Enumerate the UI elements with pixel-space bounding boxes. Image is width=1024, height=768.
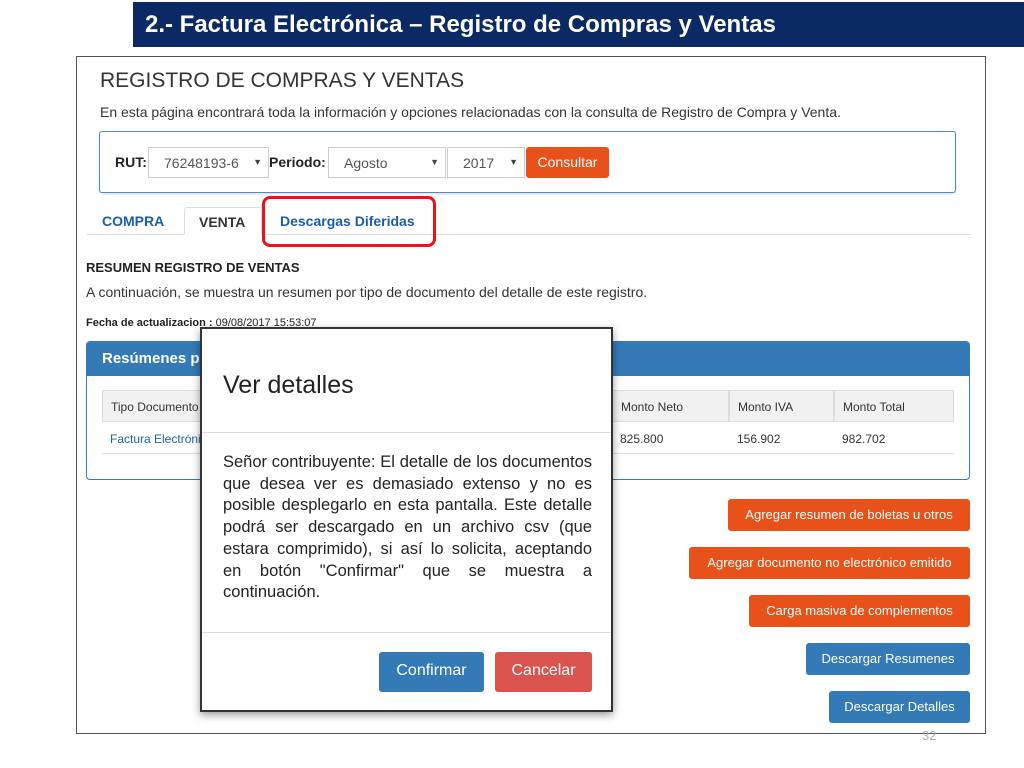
month-select[interactable]: Agosto ▼ bbox=[328, 147, 446, 178]
filter-panel: RUT: 76248193-6 ▼ Periodo: Agosto ▼ 2017… bbox=[99, 131, 956, 193]
modal-title: Ver detalles bbox=[223, 371, 354, 399]
year-value: 2017 bbox=[463, 155, 495, 171]
column-header: Monto IVA bbox=[729, 390, 834, 422]
chevron-down-icon: ▼ bbox=[253, 157, 262, 167]
confirmar-button[interactable]: Confirmar bbox=[379, 652, 484, 692]
descargar-detalles-button[interactable]: Descargar Detalles bbox=[829, 691, 970, 723]
slide-title: 2.- Factura Electrónica – Registro de Co… bbox=[133, 2, 1024, 47]
column-header: Monto Neto bbox=[612, 390, 729, 422]
chevron-down-icon: ▼ bbox=[430, 157, 439, 167]
rut-label: RUT: bbox=[115, 154, 147, 170]
column-header: Tipo Documento bbox=[102, 390, 202, 422]
cancelar-button[interactable]: Cancelar bbox=[495, 652, 592, 692]
page-intro: En esta página encontrará toda la inform… bbox=[100, 104, 841, 120]
table-cell-total: 982.702 bbox=[834, 422, 954, 454]
update-label: Fecha de actualizacion : bbox=[86, 317, 213, 329]
column-header: Monto Total bbox=[834, 390, 954, 422]
modal-body-text: Señor contribuyente: El detalle de los d… bbox=[223, 453, 592, 602]
consultar-button[interactable]: Consultar bbox=[526, 147, 609, 178]
table-cell-iva: 156.902 bbox=[729, 422, 834, 454]
tab-highlight-annotation bbox=[262, 196, 436, 247]
year-select[interactable]: 2017 ▼ bbox=[447, 147, 525, 178]
carga-masiva-button[interactable]: Carga masiva de complementos bbox=[749, 595, 970, 627]
rut-value: 76248193-6 bbox=[164, 155, 239, 171]
page-title: REGISTRO DE COMPRAS Y VENTAS bbox=[100, 69, 465, 92]
modal-divider bbox=[202, 632, 611, 633]
chevron-down-icon: ▼ bbox=[509, 157, 518, 167]
tab-venta[interactable]: VENTA bbox=[184, 207, 262, 235]
periodo-label: Periodo: bbox=[269, 154, 326, 170]
modal-divider bbox=[202, 432, 611, 433]
tab-compra[interactable]: COMPRA bbox=[102, 207, 182, 235]
month-value: Agosto bbox=[344, 155, 388, 171]
agregar-documento-button[interactable]: Agregar documento no electrónico emitido bbox=[689, 547, 970, 579]
slide-page-number: 32 bbox=[922, 728, 937, 743]
rut-select[interactable]: 76248193-6 ▼ bbox=[148, 147, 269, 178]
agregar-resumen-button[interactable]: Agregar resumen de boletas u otros bbox=[728, 499, 970, 531]
ver-detalles-modal: Ver detalles Señor contribuyente: El det… bbox=[200, 327, 613, 712]
table-cell-neto: 825.800 bbox=[612, 422, 729, 454]
section-title: RESUMEN REGISTRO DE VENTAS bbox=[86, 260, 300, 275]
tab-bar: COMPRA VENTA Descargas Diferidas bbox=[87, 207, 971, 235]
section-intro: A continuación, se muestra un resumen po… bbox=[86, 284, 648, 300]
descargar-resumenes-button[interactable]: Descargar Resumenes bbox=[806, 643, 970, 675]
